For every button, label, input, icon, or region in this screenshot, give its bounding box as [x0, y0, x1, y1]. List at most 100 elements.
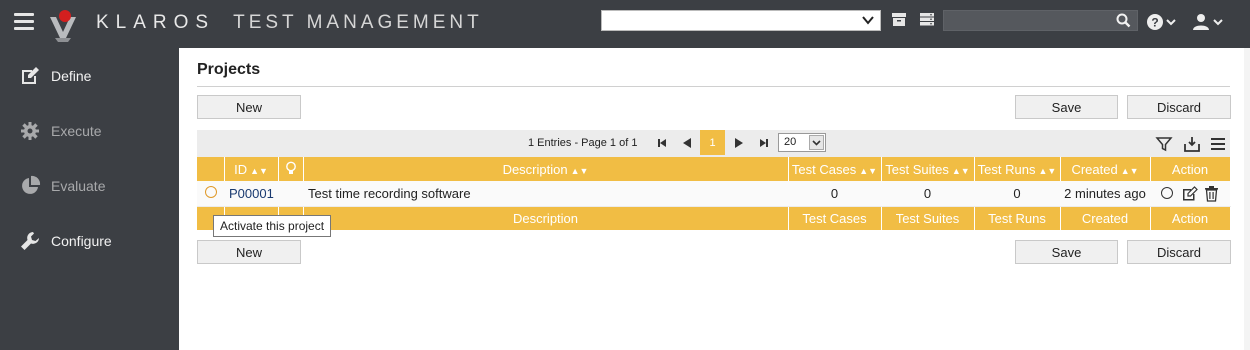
column-header-id[interactable]: ID ▲▼ [224, 157, 279, 181]
sidebar-item-label: Configure [51, 233, 112, 249]
lightbulb-icon [285, 161, 296, 174]
empty-cell [278, 181, 303, 207]
trash-icon[interactable] [1204, 185, 1219, 202]
sort-icon: ▲▼ [570, 165, 589, 176]
edit-icon[interactable] [1181, 185, 1198, 202]
chevron-down-icon [862, 16, 874, 25]
brand-primary: KLAROS [96, 12, 216, 33]
first-page-icon[interactable] [655, 136, 669, 150]
save-button-bottom[interactable]: Save [1015, 240, 1118, 264]
projects-table: ID ▲▼ Description ▲▼ Test Cases ▲▼ Test Sui… [197, 157, 1231, 230]
user-menu[interactable] [1192, 12, 1226, 32]
sidebar-item-label: Evaluate [51, 178, 106, 194]
column-label: Test Cases [791, 161, 857, 177]
sort-icon: ▲▼ [859, 165, 878, 176]
sidebar-item-define[interactable]: Define [0, 56, 179, 96]
project-description: Test time recording software [303, 181, 788, 207]
sidebar: Define Execute Evaluate Configure [0, 48, 179, 350]
column-label: Test Suites [885, 161, 949, 177]
new-button[interactable]: New [197, 95, 301, 119]
last-page-icon[interactable] [757, 136, 771, 150]
activate-radio-cell [197, 181, 224, 207]
test-runs-count: 0 [974, 181, 1060, 207]
help-icon: ? [1147, 14, 1163, 30]
server-icon[interactable] [920, 13, 934, 26]
search-icon[interactable] [1116, 13, 1131, 28]
footer-test-runs: Test Runs [974, 206, 1061, 230]
footer-test-cases: Test Cases [788, 206, 882, 230]
project-id-cell: P00001 [224, 181, 278, 207]
footer-created: Created [1060, 206, 1151, 230]
chevron-down-icon [809, 135, 824, 150]
pagination-bar: 1 Entries - Page 1 of 1 1 20 [197, 130, 1230, 157]
new-button-bottom[interactable]: New [197, 240, 301, 264]
select-column-header [197, 157, 225, 181]
sort-icon: ▲▼ [250, 165, 268, 176]
klaros-logo [50, 10, 76, 42]
title-divider [197, 86, 1230, 87]
project-id-link[interactable]: P00001 [229, 186, 274, 201]
sidebar-item-label: Execute [51, 123, 102, 139]
action-cell [1150, 181, 1230, 207]
column-label: Description [502, 161, 568, 177]
export-icon[interactable] [1183, 135, 1201, 153]
activate-radio[interactable] [204, 185, 217, 198]
created-time: 2 minutes ago [1060, 181, 1150, 207]
column-header-test-suites[interactable]: Test Suites ▲▼ [881, 157, 975, 181]
help-menu[interactable]: ? [1146, 12, 1176, 32]
current-page[interactable]: 1 [700, 130, 725, 155]
footer-description: Description [303, 206, 789, 230]
discard-button[interactable]: Discard [1127, 95, 1231, 119]
column-label: ID [234, 161, 248, 177]
sidebar-item-label: Define [51, 68, 92, 84]
test-suites-count: 0 [881, 181, 974, 207]
column-header-description[interactable]: Description ▲▼ [303, 157, 789, 181]
prev-page-icon[interactable] [680, 136, 694, 150]
page-title: Projects [197, 61, 261, 78]
chevron-down-icon [1213, 19, 1223, 26]
next-page-icon[interactable] [732, 136, 746, 150]
brand-secondary: TEST MANAGEMENT [233, 12, 483, 33]
svg-text:?: ? [1151, 16, 1158, 30]
search-input[interactable] [943, 10, 1138, 31]
column-label: Created [1071, 161, 1118, 177]
gear-icon [21, 122, 39, 140]
column-label: Action [1171, 161, 1209, 177]
filter-icon[interactable] [1155, 135, 1173, 153]
footer-action: Action [1150, 206, 1231, 230]
top-bar: KLAROS TEST MANAGEMENT ? [0, 0, 1250, 48]
pie-chart-icon [22, 175, 41, 194]
column-header-test-cases[interactable]: Test Cases ▲▼ [788, 157, 882, 181]
column-header-lightbulb [278, 157, 304, 181]
column-header-created[interactable]: Created ▲▼ [1060, 157, 1151, 181]
menu-icon[interactable] [1209, 135, 1227, 153]
sort-icon: ▲▼ [951, 165, 970, 176]
page-size-select[interactable]: 20 [778, 133, 826, 152]
sort-icon: ▲▼ [1038, 165, 1057, 176]
activate-toggle-icon[interactable] [1160, 187, 1173, 200]
main-content: Projects New Save Discard 1 Entries - Pa… [179, 48, 1250, 350]
sort-icon: ▲▼ [1120, 165, 1139, 176]
footer-test-suites: Test Suites [881, 206, 975, 230]
menu-icon[interactable] [14, 13, 34, 31]
pager-info: 1 Entries - Page 1 of 1 [528, 137, 638, 149]
test-cases-count: 0 [788, 181, 881, 207]
table-header-row: ID ▲▼ Description ▲▼ Test Cases ▲▼ Test Sui… [197, 157, 1231, 181]
sidebar-item-execute[interactable]: Execute [0, 111, 179, 151]
tooltip: Activate this project [213, 215, 332, 237]
project-select[interactable] [601, 10, 881, 31]
table-footer-row: Description Test Cases Test Suites Test … [197, 206, 1231, 230]
column-header-test-runs[interactable]: Test Runs ▲▼ [974, 157, 1061, 181]
user-icon [1193, 14, 1209, 30]
scrollbar[interactable] [1244, 48, 1250, 350]
discard-button-bottom[interactable]: Discard [1127, 240, 1231, 264]
edit-icon [22, 67, 39, 84]
sidebar-item-evaluate[interactable]: Evaluate [0, 166, 179, 206]
archive-icon[interactable] [892, 13, 906, 26]
wrench-icon [21, 232, 39, 250]
save-button[interactable]: Save [1015, 95, 1118, 119]
brand-title: KLAROS TEST MANAGEMENT [96, 12, 483, 34]
sidebar-item-configure[interactable]: Configure [0, 221, 179, 261]
column-header-action: Action [1150, 157, 1231, 181]
column-label: Test Runs [977, 161, 1036, 177]
